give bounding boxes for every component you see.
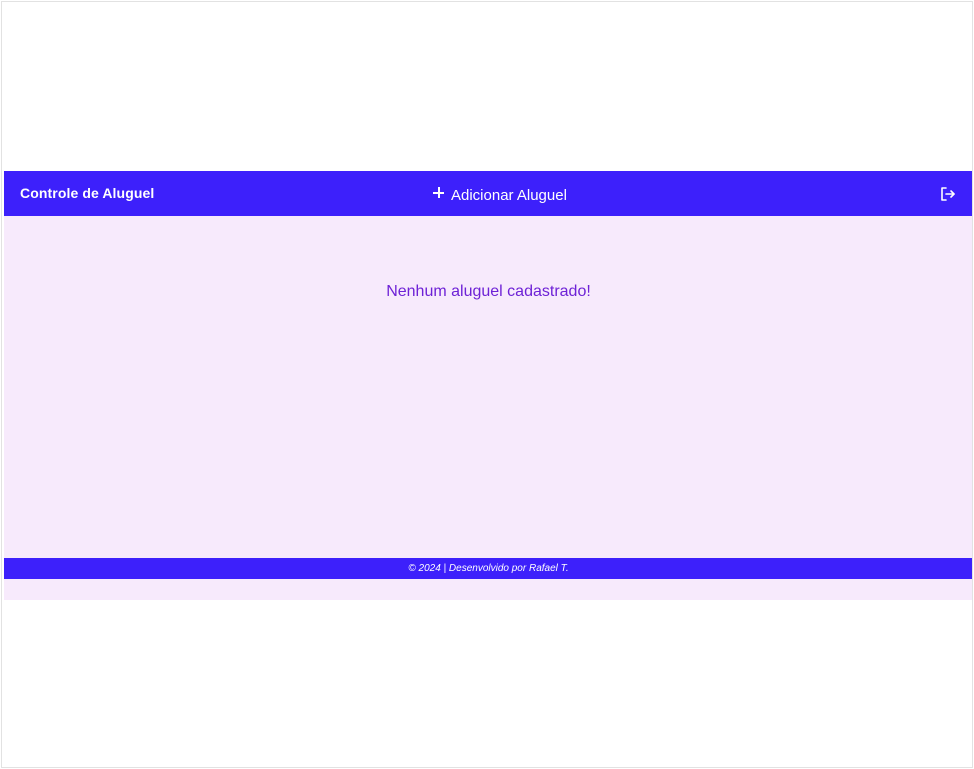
plus-icon <box>433 187 444 198</box>
add-rental-label: Adicionar Aluguel <box>451 187 567 204</box>
empty-state-message: Nenhum aluguel cadastrado! <box>386 283 591 300</box>
app-title[interactable]: Controle de Aluguel <box>20 185 154 201</box>
footer: © 2024 | Desenvolvido por Rafael T. <box>4 558 972 579</box>
logout-icon[interactable] <box>939 185 957 203</box>
navbar: Controle de Aluguel Adicionar Aluguel <box>4 171 972 216</box>
app-container: Controle de Aluguel Adicionar Aluguel Ne… <box>4 171 972 600</box>
add-rental-button[interactable]: Adicionar Aluguel <box>433 185 567 204</box>
browser-viewport: Controle de Aluguel Adicionar Aluguel Ne… <box>1 1 973 768</box>
footer-text: © 2024 | Desenvolvido por Rafael T. <box>408 563 569 574</box>
